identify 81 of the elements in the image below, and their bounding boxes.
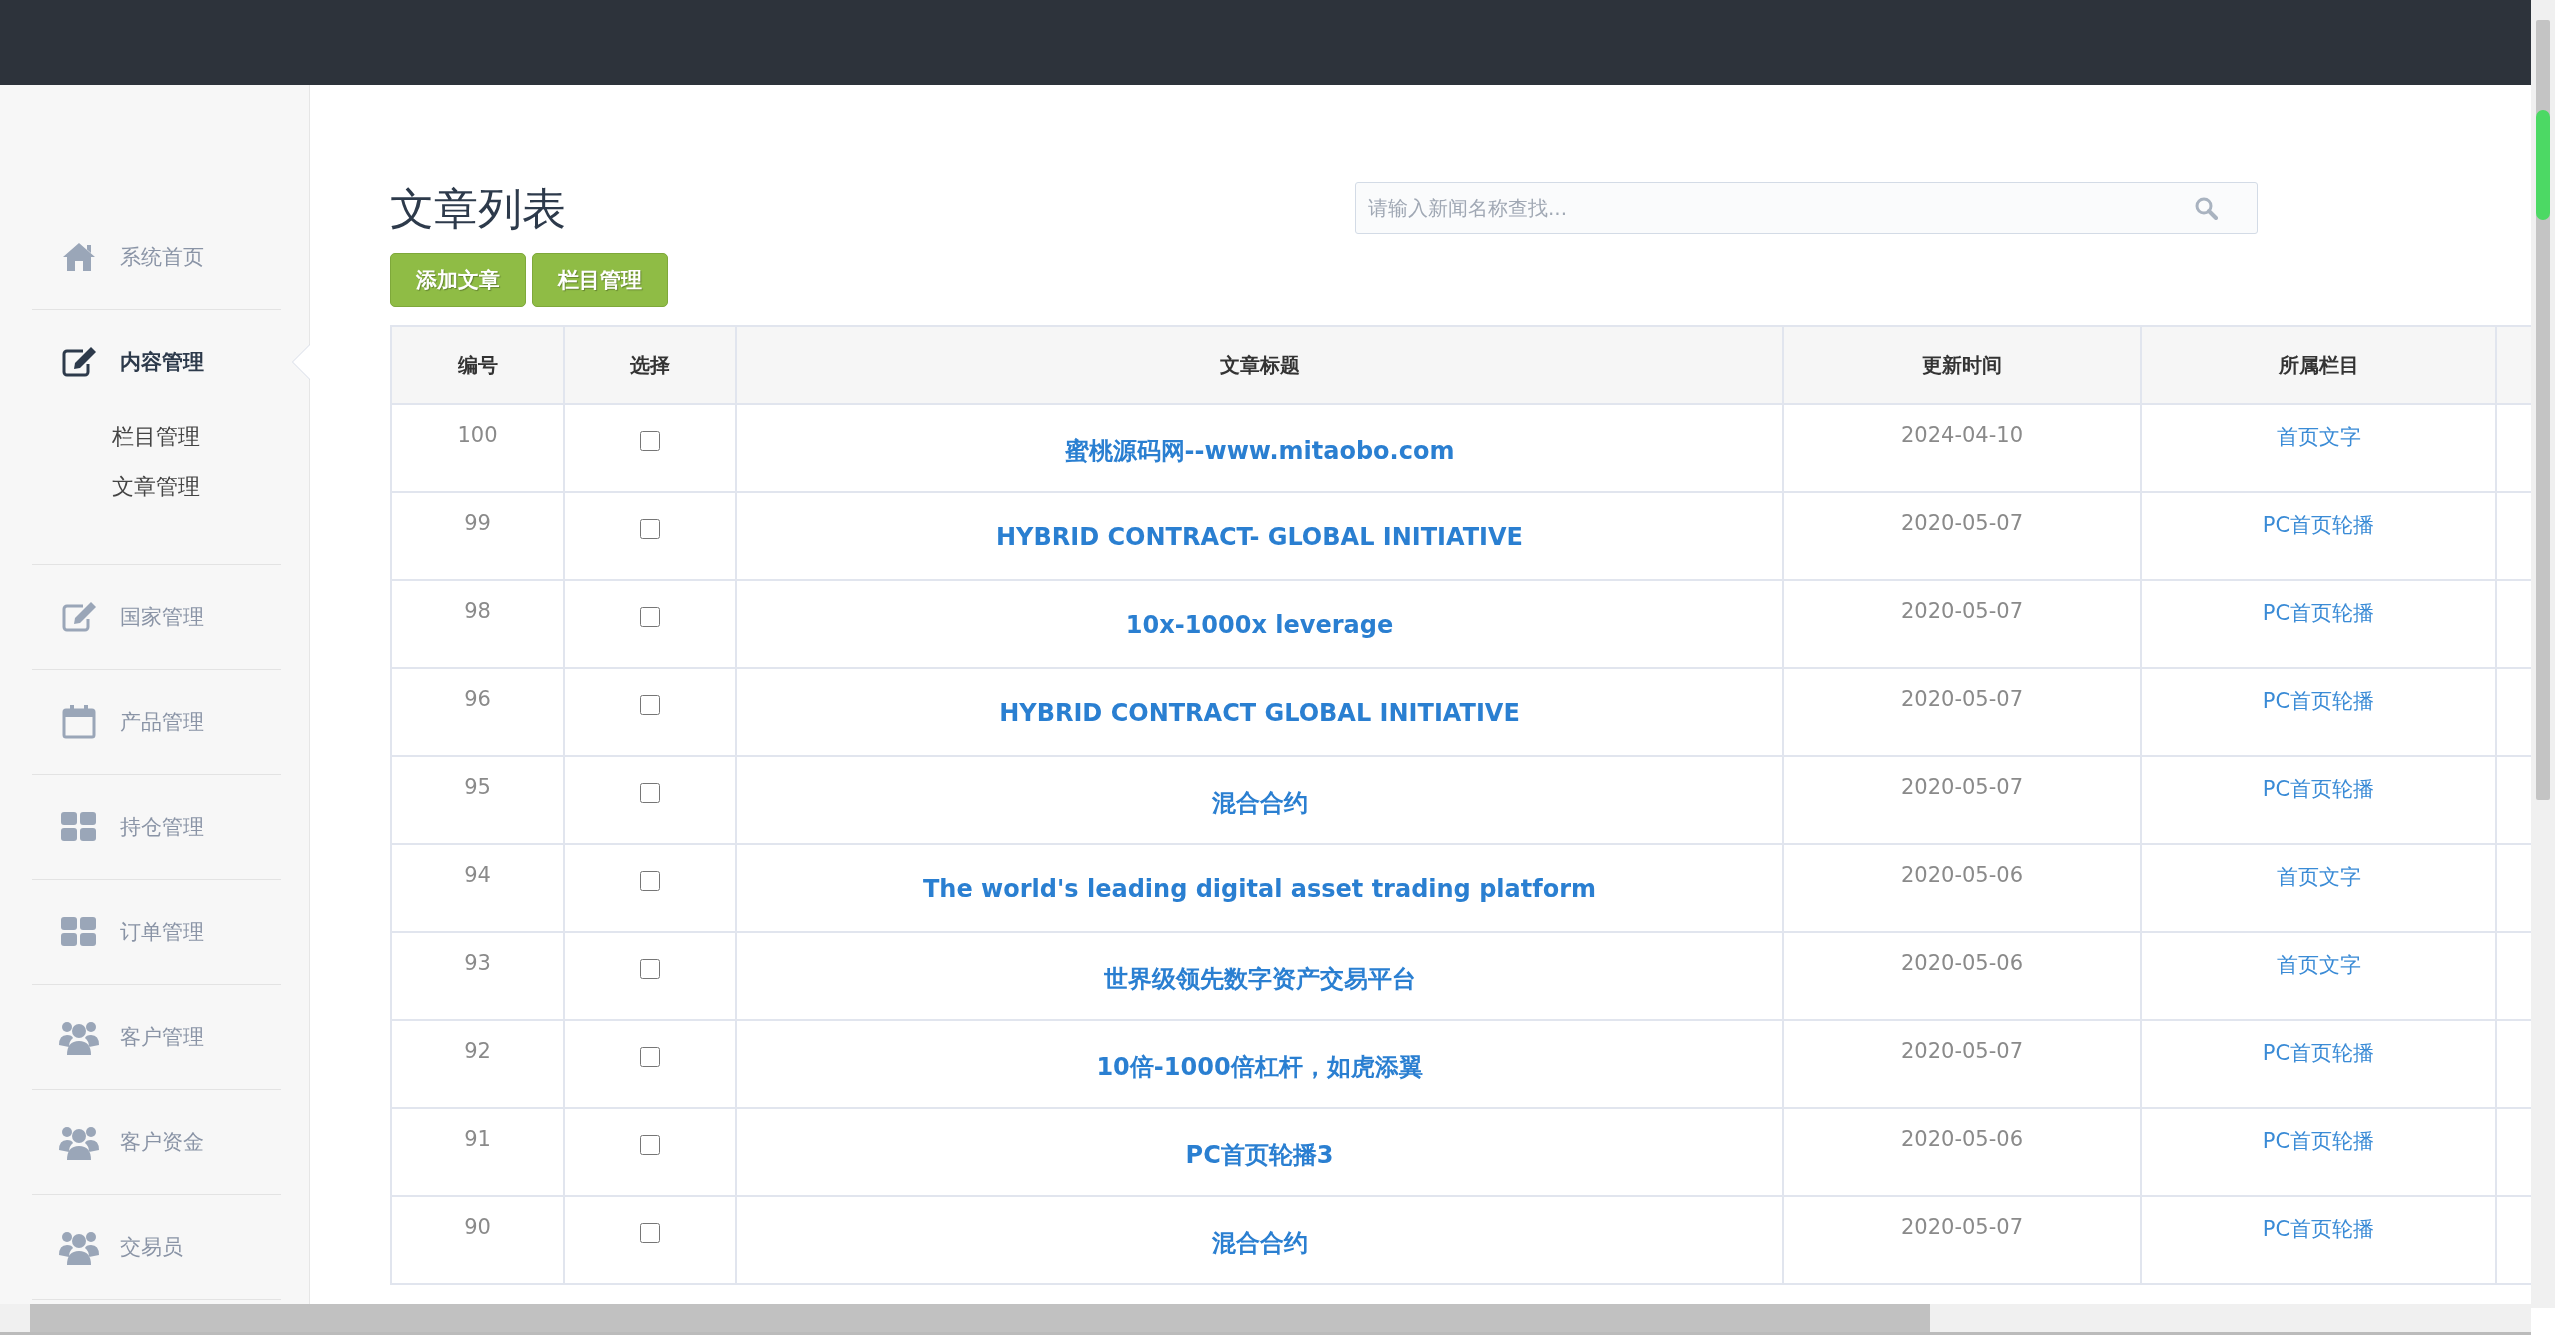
article-title-link[interactable]: 10倍-1000倍杠杆，如虎添翼 [1096, 1053, 1423, 1081]
row-checkbox[interactable] [640, 695, 660, 715]
column-header: 更新时间 [1783, 326, 2141, 404]
table-cell: 2020-05-06 [1783, 1108, 2141, 1196]
category-link[interactable]: PC首页轮播 [2262, 601, 2375, 625]
row-checkbox[interactable] [640, 1223, 660, 1243]
row-checkbox[interactable] [640, 1047, 660, 1067]
article-title-link[interactable]: 10x-1000x leverage [1125, 611, 1394, 639]
sidebar-item[interactable]: 客户管理 [32, 985, 281, 1089]
table-cell: 92 [391, 1020, 564, 1108]
category-link[interactable]: PC首页轮播 [2262, 1129, 2375, 1153]
article-title-link[interactable]: 混合合约 [1211, 1229, 1308, 1257]
sidebar-item[interactable]: 国家管理 [32, 565, 281, 669]
category-link[interactable]: PC首页轮播 [2262, 513, 2375, 537]
row-checkbox[interactable] [640, 431, 660, 451]
column-header: 文章标题 [736, 326, 1783, 404]
table-cell: 2020-05-07 [1783, 756, 2141, 844]
table-cell: 98 [391, 580, 564, 668]
column-header: 编号 [391, 326, 564, 404]
table-cell: 2020-05-07 [1783, 492, 2141, 580]
calendar-icon [61, 704, 97, 740]
column-header: 所属栏目 [2141, 326, 2496, 404]
grid-icon [61, 812, 97, 842]
row-checkbox[interactable] [640, 871, 660, 891]
category-link[interactable]: 首页文字 [2276, 953, 2361, 977]
action-button[interactable]: 栏目管理 [532, 253, 668, 307]
table-cell: 96 [391, 668, 564, 756]
table-cell: 2020-05-06 [1783, 844, 2141, 932]
users-icon [59, 1229, 99, 1265]
table-cell: 2020-05-07 [1783, 668, 2141, 756]
action-button[interactable]: 添加文章 [390, 253, 526, 307]
grid-icon [61, 917, 97, 947]
edit-icon [61, 601, 97, 633]
horizontal-scrollbar[interactable] [0, 1304, 2531, 1335]
table-cell: 94 [391, 844, 564, 932]
edit-icon [61, 346, 97, 378]
article-title-link[interactable]: 世界级领先数字资产交易平台 [1103, 965, 1416, 993]
table-cell: 2020-05-07 [1783, 1196, 2141, 1284]
sidebar-item[interactable]: 产品管理 [32, 670, 281, 774]
sidebar-subitem[interactable]: 栏目管理 [112, 422, 281, 452]
table-cell: 2020-05-06 [1783, 932, 2141, 1020]
table-cell: 99 [391, 492, 564, 580]
table-cell: 91 [391, 1108, 564, 1196]
users-icon [59, 1019, 99, 1055]
category-link[interactable]: 首页文字 [2276, 865, 2361, 889]
article-title-link[interactable]: HYBRID CONTRACT GLOBAL INITIATIVE [999, 699, 1520, 727]
row-checkbox[interactable] [640, 607, 660, 627]
table-cell: 2024-04-10 [1783, 404, 2141, 492]
article-title-link[interactable]: 蜜桃源码网--www.mitaobo.com [1064, 437, 1455, 465]
row-checkbox[interactable] [640, 1135, 660, 1155]
table-cell: 2020-05-07 [1783, 1020, 2141, 1108]
search-icon [2194, 196, 2218, 220]
article-title-link[interactable]: HYBRID CONTRACT- GLOBAL INITIATIVE [996, 523, 1523, 551]
row-checkbox[interactable] [640, 519, 660, 539]
sidebar-subitem[interactable]: 文章管理 [112, 472, 281, 502]
sidebar-item[interactable]: 内容管理 [32, 310, 281, 414]
table-cell: 95 [391, 756, 564, 844]
vertical-scrollbar[interactable] [2531, 0, 2555, 1308]
table-cell: 93 [391, 932, 564, 1020]
category-link[interactable]: PC首页轮播 [2262, 777, 2375, 801]
article-title-link[interactable]: PC首页轮播3 [1185, 1141, 1334, 1169]
table-cell: 2020-05-07 [1783, 580, 2141, 668]
category-link[interactable]: 首页文字 [2276, 425, 2361, 449]
users-icon [59, 1124, 99, 1160]
category-link[interactable]: PC首页轮播 [2262, 689, 2375, 713]
sidebar-item[interactable]: 客户资金 [32, 1090, 281, 1194]
page-title: 文章列表 [390, 182, 567, 236]
sidebar-item[interactable]: 系统首页 [32, 205, 281, 309]
search-field[interactable]: 请输入新闻名称查找... [1355, 182, 2258, 234]
category-link[interactable]: PC首页轮播 [2262, 1041, 2375, 1065]
sidebar-item[interactable]: 交易员 [32, 1195, 281, 1299]
row-checkbox[interactable] [640, 959, 660, 979]
article-title-link[interactable]: 混合合约 [1211, 789, 1308, 817]
table-cell: 100 [391, 404, 564, 492]
home-icon [61, 241, 97, 273]
table-cell: 90 [391, 1196, 564, 1284]
row-checkbox[interactable] [640, 783, 660, 803]
category-link[interactable]: PC首页轮播 [2262, 1217, 2375, 1241]
column-header: 选择 [564, 326, 736, 404]
sidebar-item[interactable]: 订单管理 [32, 880, 281, 984]
sidebar-item[interactable]: 持仓管理 [32, 775, 281, 879]
